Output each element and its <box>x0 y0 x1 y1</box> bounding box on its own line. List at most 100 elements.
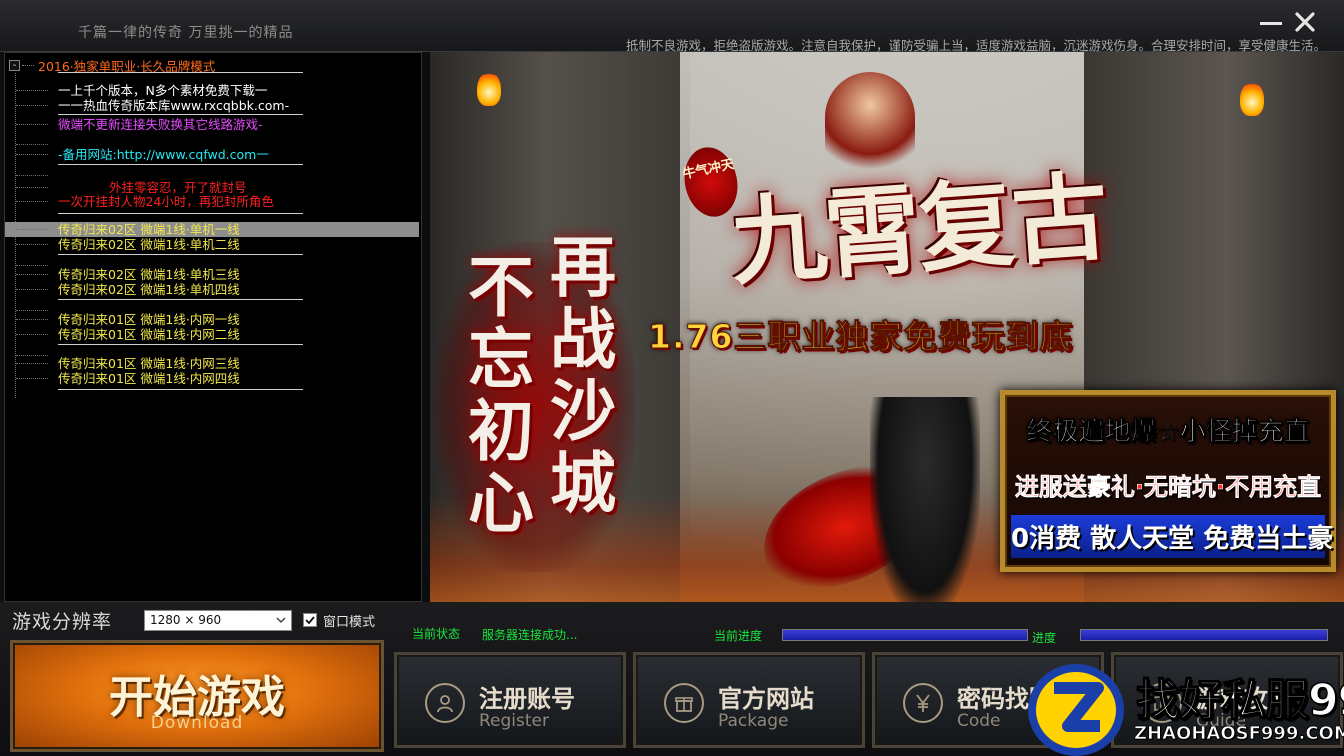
status-value: 服务器连接成功... <box>482 628 578 642</box>
close-icon[interactable] <box>1293 10 1319 34</box>
title-bar: 千篇一律的传奇 万里挑一的精品 抵制不良游戏，拒绝盗版游戏。注意自我保护，谨防受… <box>0 0 1344 53</box>
tree-separator <box>58 299 303 300</box>
official-site-label: 官方网站 <box>718 685 814 713</box>
register-button[interactable]: 注册账号 Register <box>394 652 626 748</box>
tree-connector <box>16 244 48 245</box>
server-tree-item-label: 一次开挂封人物24小时，再犯封所角色 <box>58 194 274 209</box>
server-tree-item[interactable]: 一上千个版本，N多个素材免费下载一 <box>5 83 419 98</box>
server-tree-item[interactable]: 传奇归来01区 微端1线·内网三线 <box>5 356 419 371</box>
watermark-logo-icon <box>1028 664 1124 756</box>
server-tree-item[interactable]: 传奇归来02区 微端1线·单机三线 <box>5 267 419 282</box>
tree-connector <box>16 201 48 202</box>
tree-connector <box>16 105 48 106</box>
promo-line-1: 终极遍地爆☆小怪掉充直 <box>1026 417 1310 448</box>
server-tree-item-label: 传奇归来01区 微端1线·内网二线 <box>58 327 240 342</box>
tree-connector <box>16 144 48 145</box>
server-tree-item-label: 一一热血传奇版本库www.rxcqbbk.com- <box>58 98 290 113</box>
promo-banner: 牛气冲天 九霄复古 1.76三职业独家免费玩到底 不忘初心 再战沙城 终极遍地爆… <box>430 52 1344 615</box>
server-tree-item[interactable]: 一一热血传奇版本库www.rxcqbbk.com- <box>5 98 419 113</box>
tree-connector <box>16 378 48 379</box>
collapse-icon[interactable]: - <box>9 59 20 71</box>
server-list-panel: - 2016·独家单职业·长久品牌模式 一上千个版本，N多个素材免费下载一 一一热… <box>4 52 422 602</box>
tree-separator <box>58 213 303 214</box>
server-tree-item[interactable]: 传奇归来02区 微端1线·单机二线 <box>5 237 419 252</box>
tree-connector <box>16 124 48 125</box>
minimize-icon[interactable] <box>1258 10 1284 34</box>
progress-label-total: 进度 <box>1032 631 1057 645</box>
server-tree-item-label: 传奇归来01区 微端1线·内网三线 <box>58 356 240 371</box>
gift-icon <box>664 683 704 723</box>
watermark-url: ZHAOHAOSF999.COM <box>1134 723 1344 745</box>
official-site-button[interactable]: 官方网站 Package <box>633 652 865 748</box>
tree-separator <box>58 344 303 345</box>
start-game-sublabel: Download <box>150 713 244 733</box>
tree-connector <box>16 274 48 275</box>
server-tree-item[interactable]: 一次开挂封人物24小时，再犯封所角色 <box>5 194 419 209</box>
tree-separator <box>58 389 303 390</box>
tree-connector <box>16 310 48 311</box>
torch-right-icon <box>1240 82 1264 116</box>
server-tree-item[interactable]: -备用网站:http://www.cqfwd.com一 <box>5 147 419 162</box>
tree-separator <box>58 254 303 255</box>
promo-line-2: 进服送豪礼·无暗坑·不用充直 <box>1014 473 1322 502</box>
chevron-down-icon[interactable] <box>275 614 287 626</box>
official-site-sublabel: Package <box>718 711 789 731</box>
tree-separator <box>58 114 303 115</box>
server-tree-item[interactable]: 传奇归来01区 微端1线·内网二线 <box>5 327 419 342</box>
tree-separator <box>58 72 303 73</box>
tree-connector <box>16 334 48 335</box>
torch-left-icon <box>477 72 501 106</box>
window-mode-checkbox[interactable] <box>303 613 317 627</box>
tree-connector <box>16 319 48 320</box>
server-tree-item-label: 外挂零容忍，开了就封号 <box>109 180 247 195</box>
resolution-value: 1280 × 960 <box>150 613 222 627</box>
tree-connector <box>22 64 34 66</box>
server-tree-item[interactable]: 外挂零容忍，开了就封号 <box>5 180 419 195</box>
password-recovery-sublabel: Code <box>957 711 1001 731</box>
yen-icon <box>903 683 943 723</box>
tree-connector <box>16 154 48 155</box>
server-tree-item[interactable]: 传奇归来02区 微端1线·单机一线 <box>5 222 419 237</box>
progress-label: 当前进度 <box>714 629 763 643</box>
server-tree-item-label: 传奇归来02区 微端1线·单机四线 <box>58 282 240 297</box>
server-tree-item-label: 一上千个版本，N多个素材免费下载一 <box>58 83 268 98</box>
progress-fill-total <box>1081 630 1327 640</box>
server-tree-item[interactable]: 传奇归来01区 微端1线·内网一线 <box>5 312 419 327</box>
tree-connector <box>16 363 48 364</box>
progress-bar-current <box>782 629 1028 641</box>
watermark-title: 找好私服999 <box>1135 674 1344 727</box>
server-tree-item-label: -备用网站:http://www.cqfwd.com一 <box>58 147 269 162</box>
tree-separator <box>58 164 303 165</box>
progress-bar-total <box>1080 629 1328 641</box>
resolution-label: 游戏分辨率 <box>12 611 113 633</box>
status-label: 当前状态 <box>412 627 461 641</box>
server-tree-item-label: 传奇归来01区 微端1线·内网四线 <box>58 371 240 386</box>
server-tree-item-label: 传奇归来02区 微端1线·单机三线 <box>58 267 240 282</box>
tree-root[interactable]: - 2016·独家单职业·长久品牌模式 <box>9 57 215 74</box>
server-tree-item[interactable]: 传奇归来02区 微端1线·单机四线 <box>5 282 419 297</box>
tree-connector <box>16 229 48 230</box>
window-title: 千篇一律的传奇 万里挑一的精品 <box>78 25 294 41</box>
checkmark-icon <box>305 616 315 625</box>
server-tree-item-label: 传奇归来01区 微端1线·内网一线 <box>58 312 240 327</box>
server-tree-item[interactable]: 微端不更新连接失败换其它线路游戏- <box>5 117 419 132</box>
tree-connector <box>16 90 48 91</box>
server-tree-item-label: 微端不更新连接失败换其它线路游戏- <box>58 117 263 132</box>
register-label: 注册账号 <box>479 685 575 713</box>
progress-fill-current <box>783 630 1027 640</box>
tree-connector <box>16 289 48 290</box>
register-sublabel: Register <box>479 711 549 731</box>
tree-connector <box>16 175 48 176</box>
start-game-button[interactable]: 开始游戏 Download <box>10 640 384 752</box>
resolution-select[interactable]: 1280 × 960 <box>144 610 292 631</box>
game-logo: 九霄复古 <box>727 160 1111 299</box>
promo-board: 终极遍地爆☆小怪掉充直 进服送豪礼·无暗坑·不用充直 0消费 散人天堂 免费当土… <box>1000 390 1336 572</box>
server-tree-item[interactable]: 传奇归来01区 微端1线·内网四线 <box>5 371 419 386</box>
user-icon <box>425 683 465 723</box>
slogan-right: 再战沙城 <box>539 232 617 520</box>
warrior-figure <box>870 397 980 615</box>
server-tree-item-label: 传奇归来02区 微端1线·单机一线 <box>58 222 240 237</box>
tree-connector <box>16 265 48 266</box>
tree-connector <box>16 187 48 188</box>
server-tree-item-label: 传奇归来02区 微端1线·单机二线 <box>58 237 240 252</box>
